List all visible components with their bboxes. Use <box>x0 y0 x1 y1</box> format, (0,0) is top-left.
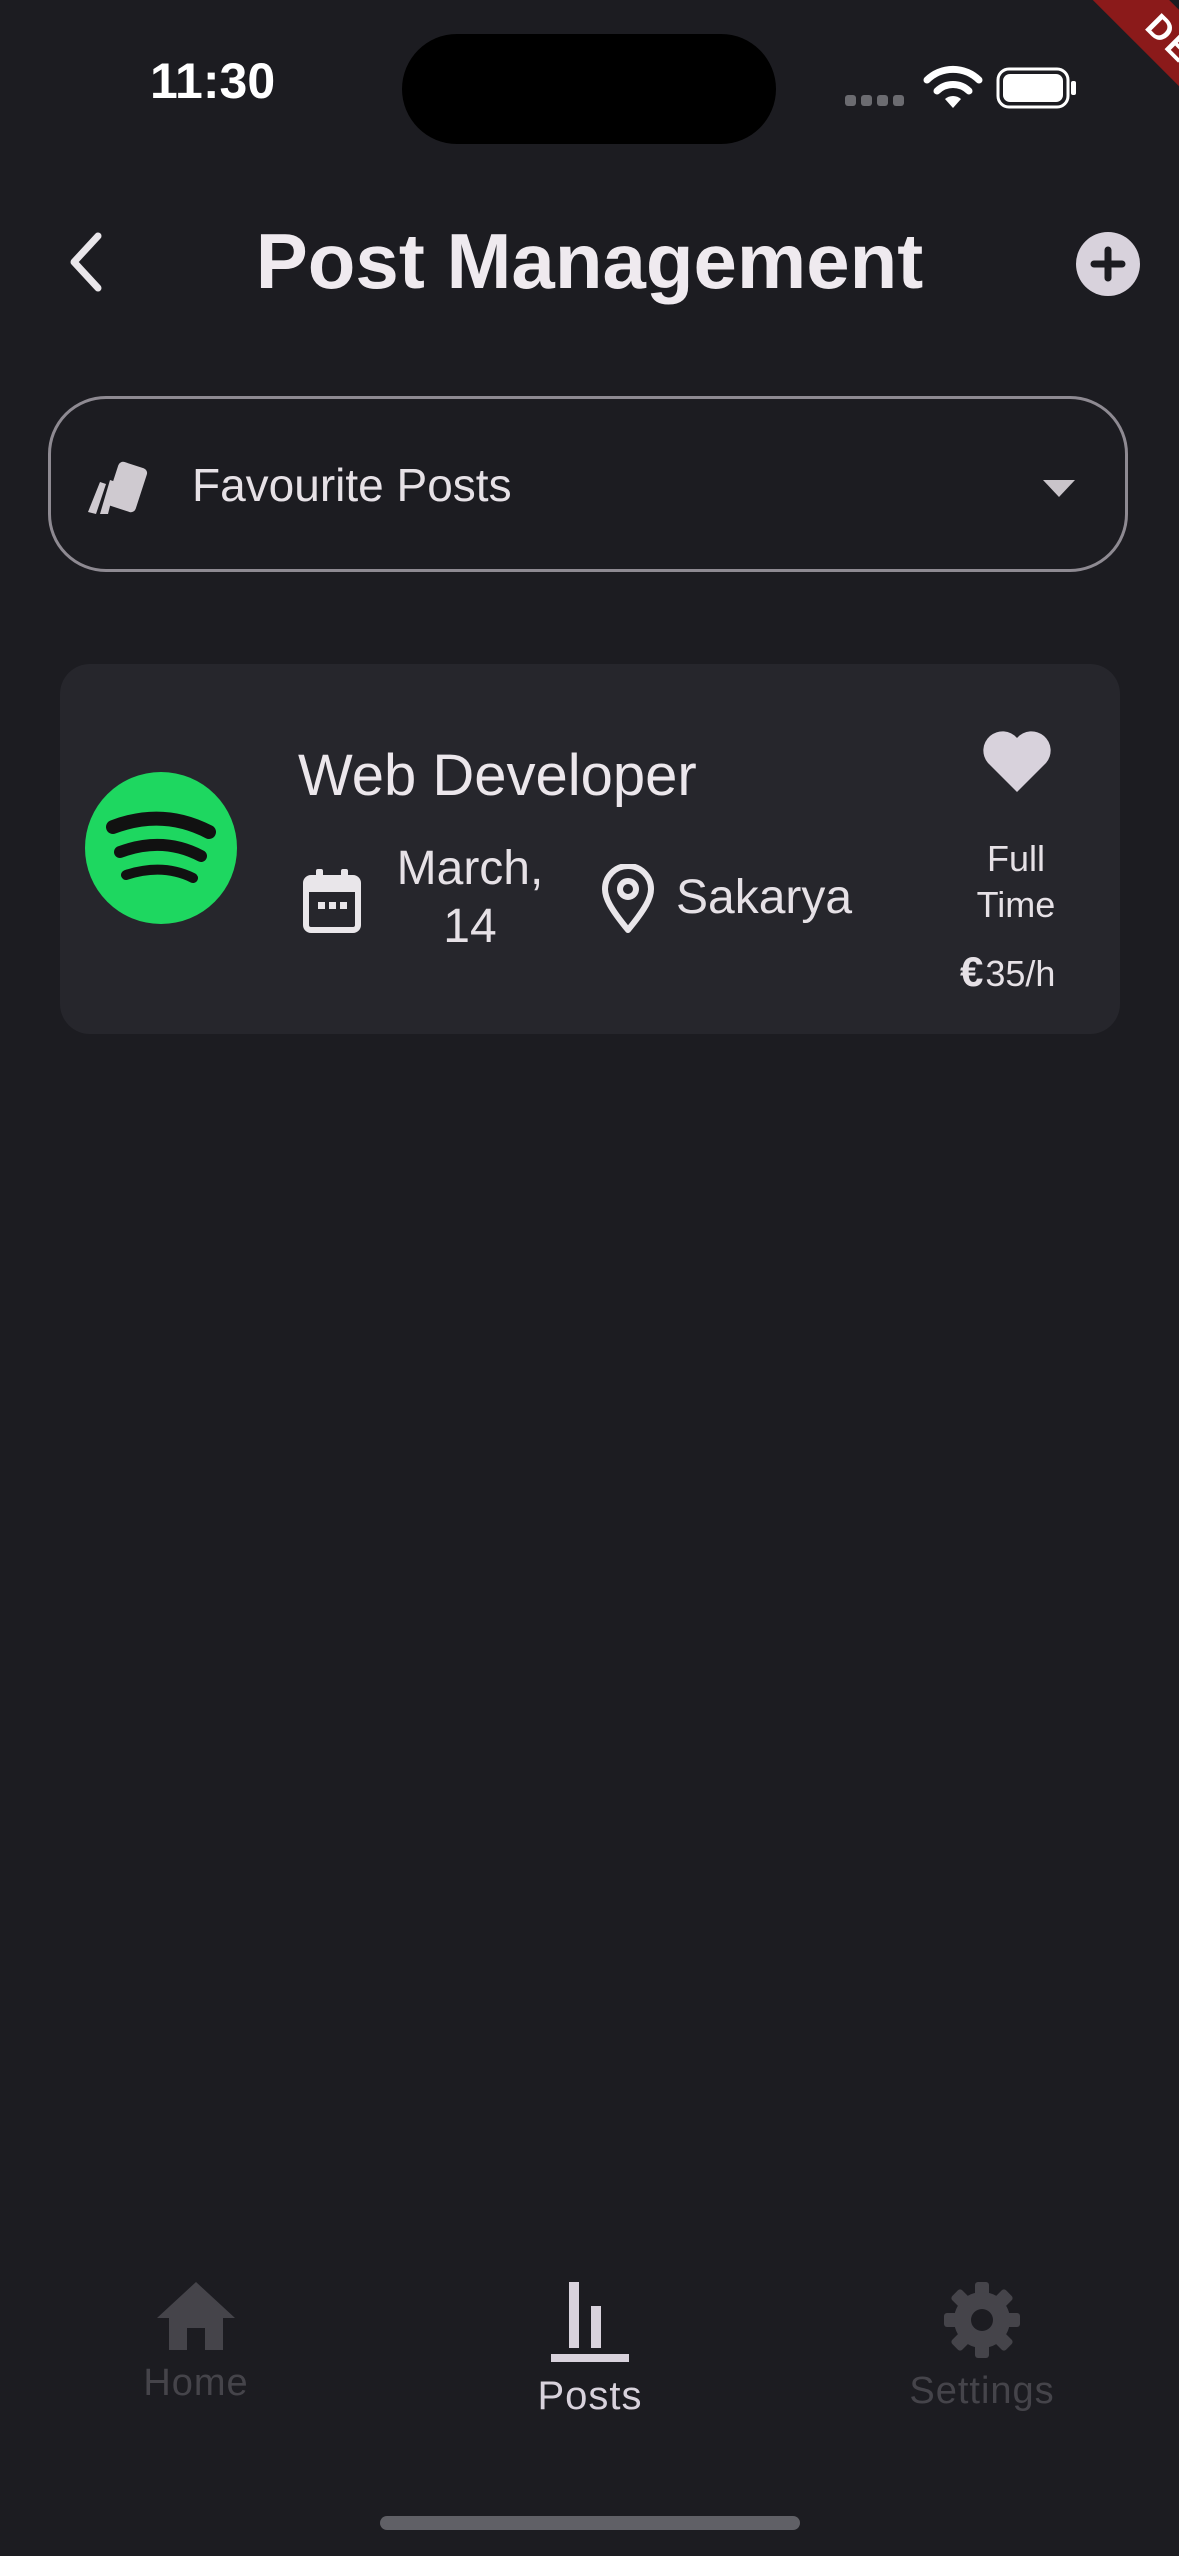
nav-settings-label: Settings <box>909 2370 1055 2412</box>
nav-settings[interactable]: Settings <box>832 2280 1132 2440</box>
dropdown-selected-value: Favourite Posts <box>192 459 512 511</box>
post-date-day: 14 <box>443 900 497 953</box>
add-post-button[interactable] <box>1076 232 1140 296</box>
rate-value: 35/h <box>985 953 1056 994</box>
plus-icon <box>1090 246 1126 282</box>
spotify-logo-icon <box>85 772 237 924</box>
nav-posts[interactable]: Posts <box>440 2280 740 2440</box>
wifi-icon <box>923 65 983 108</box>
home-indicator[interactable] <box>380 2516 800 2530</box>
cards-icon <box>88 461 148 514</box>
post-date-month: March, <box>396 842 544 895</box>
cellular-signal-icon <box>845 93 905 107</box>
posts-icon <box>551 2282 629 2362</box>
job-type-line2: Time <box>976 884 1056 925</box>
status-time: 11:30 <box>150 53 276 109</box>
euro-icon: € <box>960 948 984 995</box>
favorite-heart-icon[interactable] <box>980 726 1054 796</box>
dropdown-arrow-icon <box>1043 480 1075 497</box>
post-date: March, 14 <box>390 840 550 956</box>
calendar-icon <box>303 869 361 933</box>
hourly-rate: € 35/h <box>960 948 1055 996</box>
debug-banner: DEBUG <box>950 0 1179 220</box>
job-type: Full Time <box>940 836 1092 928</box>
post-title: Web Developer <box>298 743 697 808</box>
nav-posts-label: Posts <box>537 2374 643 2418</box>
nav-home[interactable]: Home <box>46 2280 346 2440</box>
battery-icon <box>996 67 1076 109</box>
home-icon <box>157 2282 235 2350</box>
nav-home-label: Home <box>143 2362 249 2404</box>
gear-icon <box>944 2282 1020 2358</box>
page-title: Post Management <box>255 217 924 305</box>
job-type-line1: Full <box>986 838 1045 879</box>
post-location: Sakarya <box>676 871 853 924</box>
dynamic-island <box>402 34 776 144</box>
location-pin-icon <box>602 864 654 933</box>
